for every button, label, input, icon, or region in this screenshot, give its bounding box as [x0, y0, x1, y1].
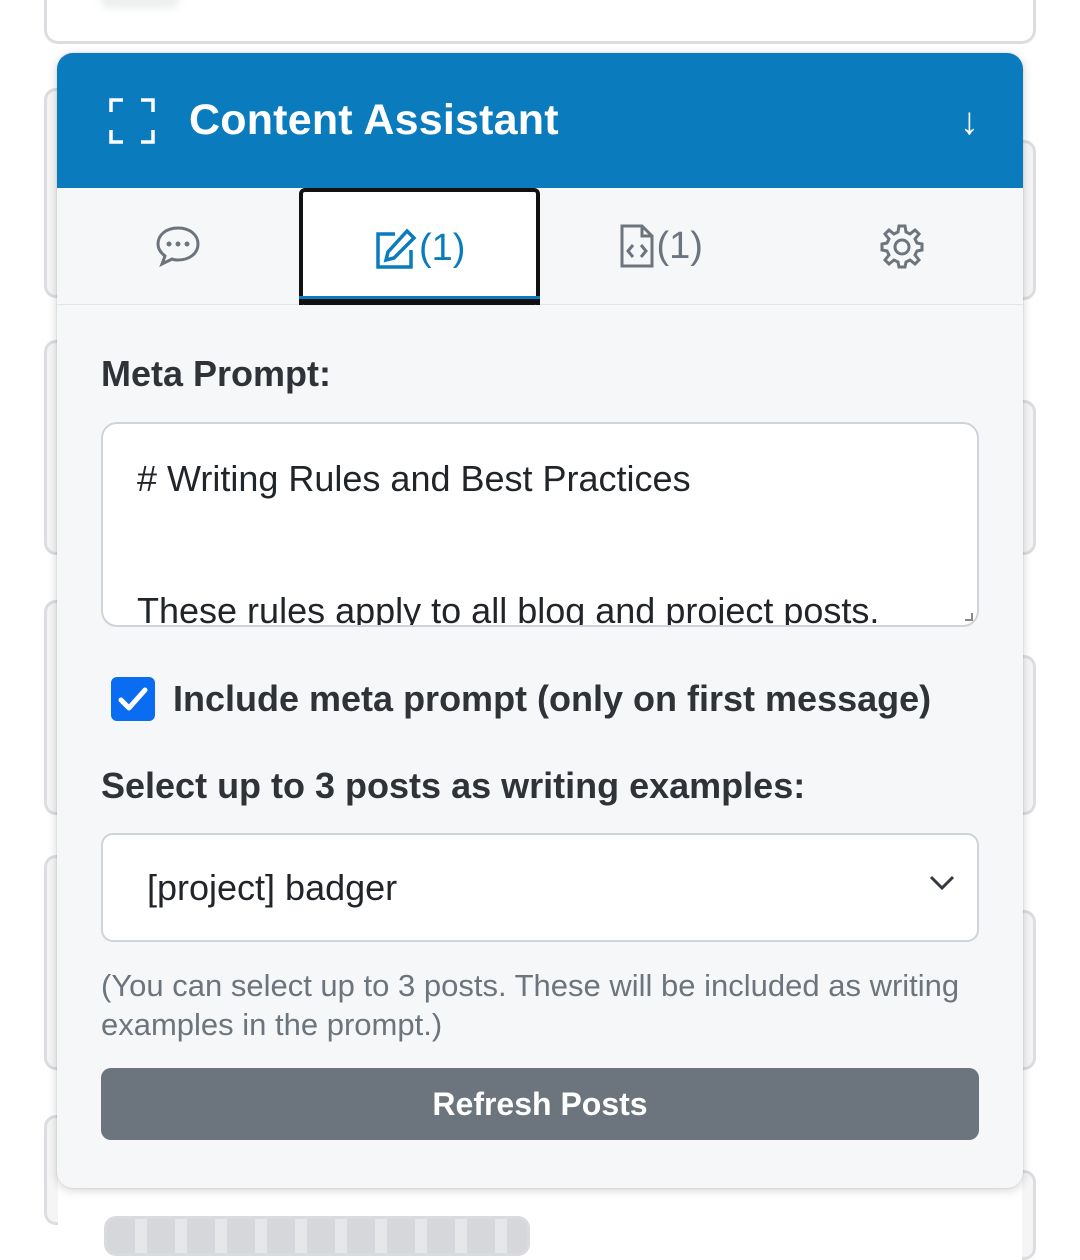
- tab-count: (1): [419, 227, 466, 269]
- meta-prompt-label: Meta Prompt:: [101, 353, 332, 394]
- selected-post: [project] badger: [147, 866, 398, 908]
- background-card-edge: [44, 1115, 58, 1225]
- tab-code[interactable]: (1): [540, 188, 782, 304]
- background-card-edge: [44, 340, 58, 555]
- gear-icon: [880, 224, 924, 269]
- background-card-edge: [1022, 1170, 1036, 1260]
- tab-settings[interactable]: [782, 188, 1024, 304]
- expand-icon[interactable]: [109, 97, 155, 144]
- arrow-down-icon[interactable]: ↓: [960, 103, 979, 141]
- chevron-down-icon: [929, 875, 955, 891]
- include-meta-prompt-row: Include meta prompt (only on first messa…: [101, 677, 979, 721]
- meta-prompt-line: # Writing Rules and Best Practices: [137, 458, 691, 499]
- background-card-edge: [44, 88, 58, 298]
- content-assistant-panel: Content Assistant ↓ (1) (1) Meta Prompt:…: [57, 53, 1023, 1188]
- tab-chat[interactable]: [57, 188, 299, 304]
- include-meta-prompt-label: Include meta prompt (only on first messa…: [173, 678, 932, 719]
- resize-handle[interactable]: [965, 613, 973, 621]
- panel-title: Content Assistant: [189, 96, 559, 144]
- edit-icon: [376, 227, 417, 269]
- background-card: [44, 0, 1036, 44]
- tab-count: (1): [656, 224, 703, 267]
- checkmark-icon: [118, 687, 148, 711]
- code-file-icon: [620, 224, 654, 268]
- examples-select[interactable]: [project] badger: [101, 833, 979, 942]
- background-bar: [104, 1216, 530, 1256]
- background-card-edge: [1022, 655, 1036, 815]
- examples-help-text: (You can select up to 3 posts. These wil…: [101, 968, 960, 1042]
- include-meta-prompt-checkbox[interactable]: [111, 677, 155, 721]
- background-card-edge: [44, 600, 58, 815]
- chat-bubble-icon: [156, 226, 200, 267]
- background-card-edge: [1022, 140, 1036, 300]
- meta-prompt-textarea[interactable]: # Writing Rules and Best Practices These…: [101, 422, 979, 627]
- tab-meta-prompt[interactable]: (1): [298, 188, 540, 305]
- meta-prompt-line: These rules apply to all blog and projec…: [137, 590, 880, 627]
- background-card-edge: [1022, 910, 1036, 1070]
- panel-header: Content Assistant ↓: [57, 53, 1023, 188]
- background-card-edge: [1022, 400, 1036, 555]
- refresh-posts-button[interactable]: Refresh Posts: [101, 1068, 979, 1140]
- tab-content: Meta Prompt: # Writing Rules and Best Pr…: [57, 353, 1023, 1140]
- background-shadow: [100, 0, 180, 8]
- background-card-edge: [44, 855, 58, 1070]
- tab-bar: (1) (1): [57, 188, 1023, 305]
- examples-label: Select up to 3 posts as writing examples…: [101, 765, 806, 806]
